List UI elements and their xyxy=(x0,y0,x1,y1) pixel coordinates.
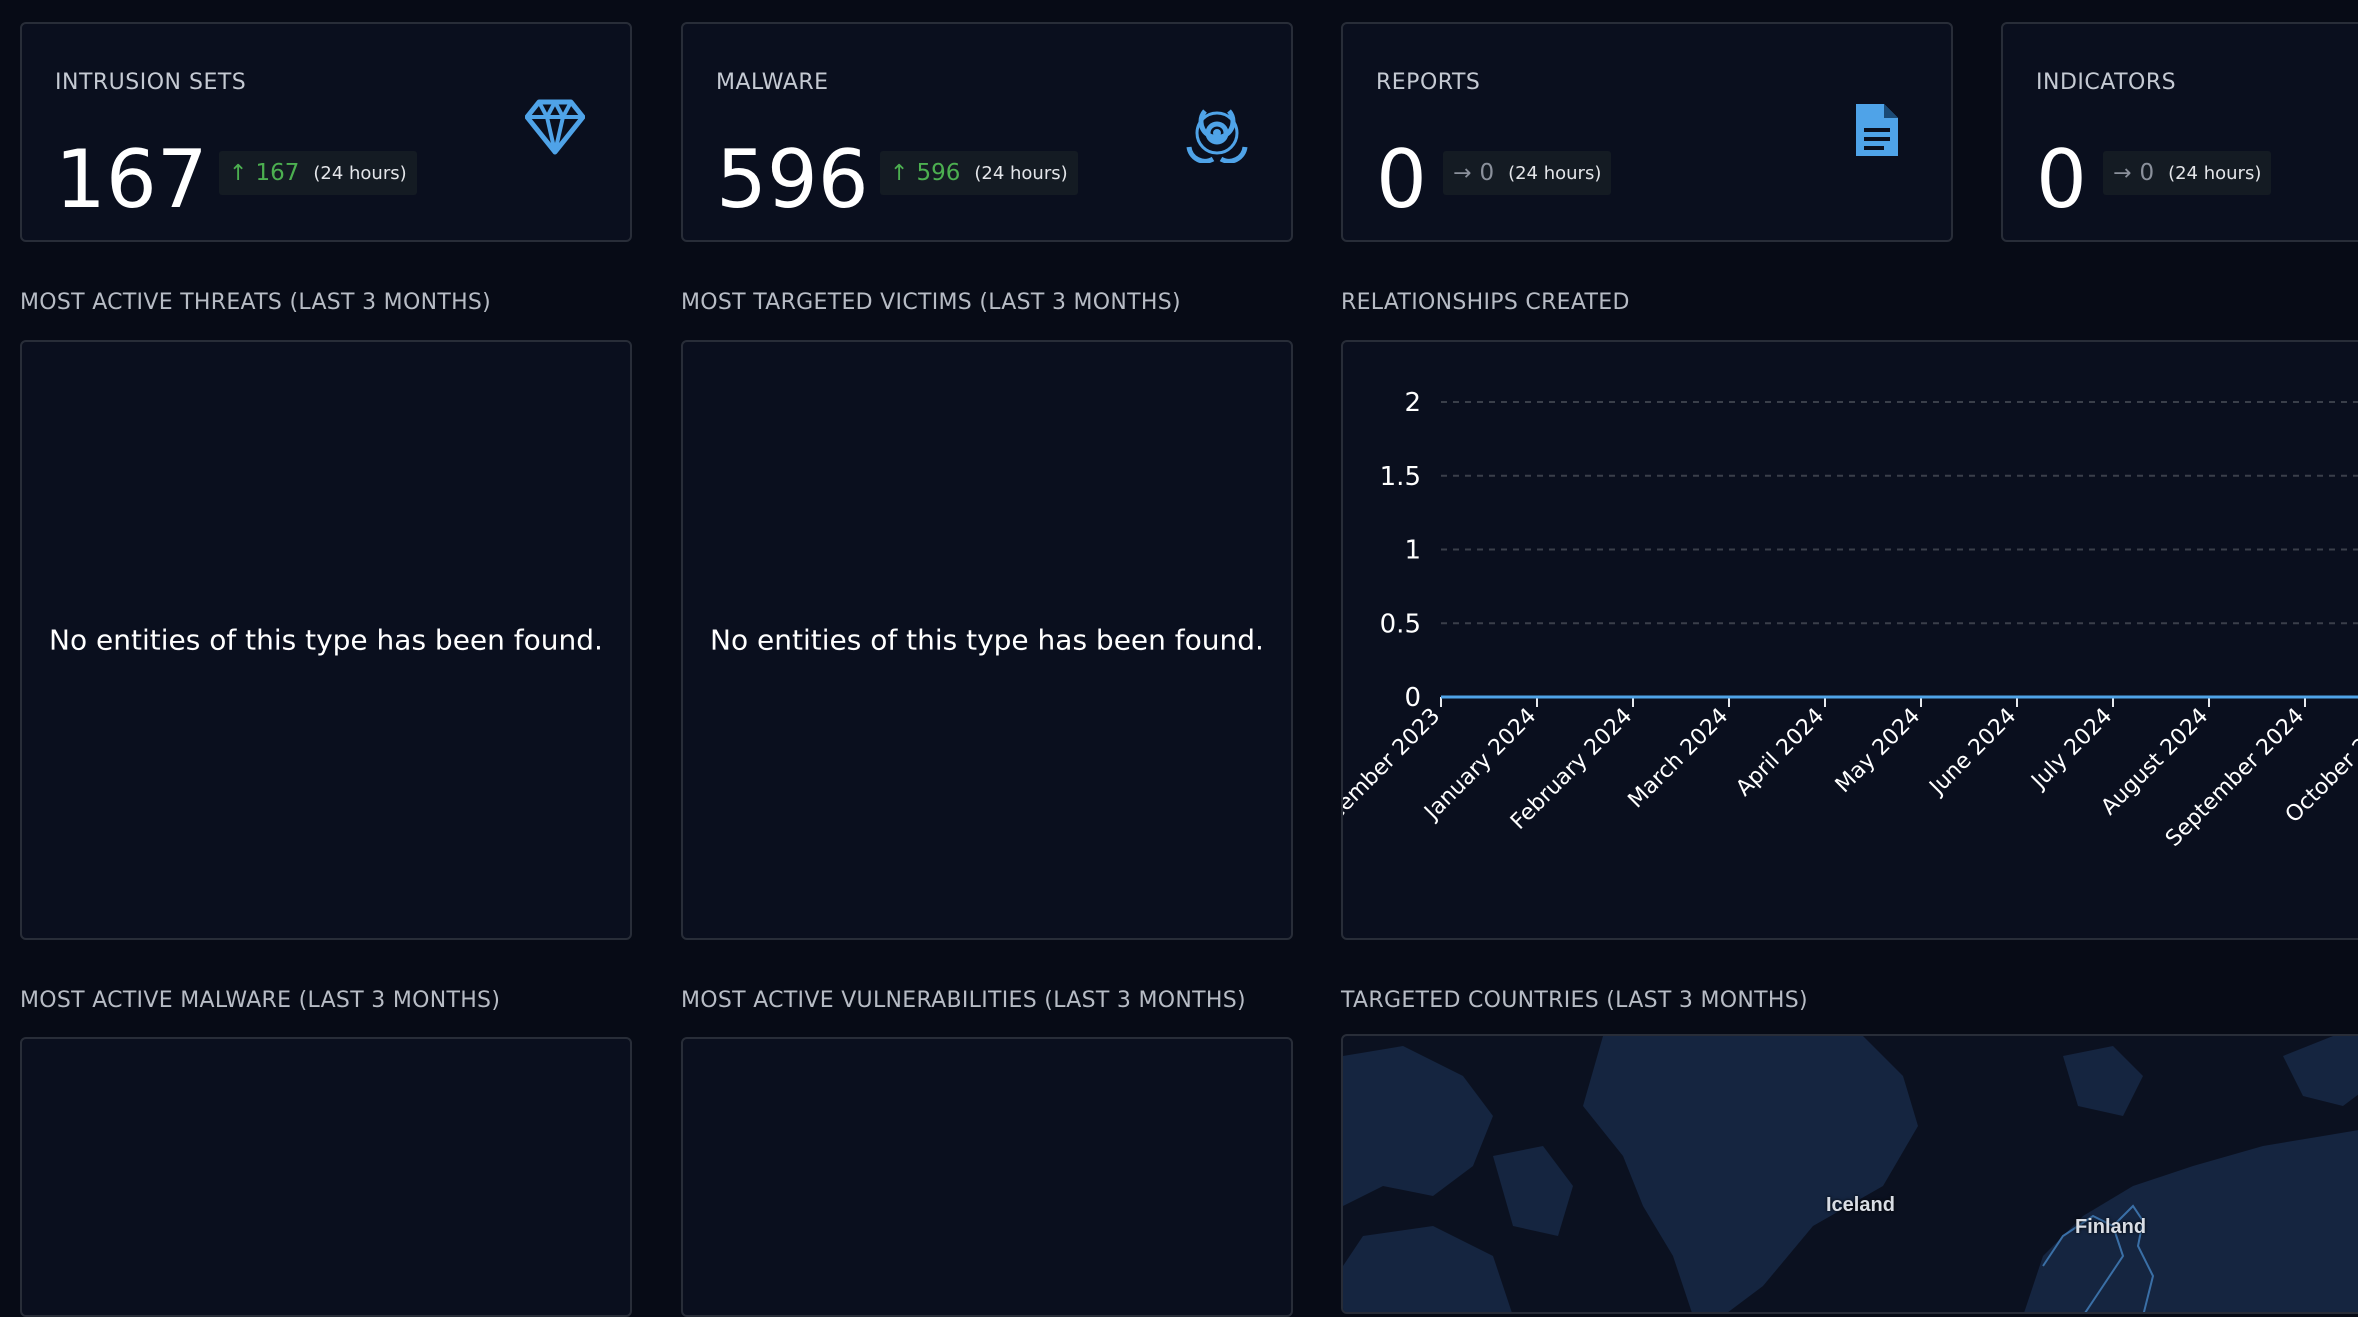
map-label-finland: Finland xyxy=(2075,1216,2147,1238)
section-title-countries: TARGETED COUNTRIES (LAST 3 MONTHS) xyxy=(1341,988,1808,1013)
delta-badge: ↑ 167 (24 hours) xyxy=(219,151,417,195)
delta-period: (24 hours) xyxy=(313,162,407,184)
delta-value: 0 xyxy=(2139,160,2155,186)
delta-badge: → 0 (24 hours) xyxy=(1443,151,1612,195)
delta-period: (24 hours) xyxy=(2168,162,2262,184)
arrow-right-icon: → xyxy=(2113,160,2132,186)
arrow-up-icon: ↑ xyxy=(890,160,909,186)
targeted-countries-map[interactable]: Iceland Finland xyxy=(1341,1034,2358,1314)
delta-value: 167 xyxy=(255,160,300,186)
biohazard-icon xyxy=(1183,99,1251,167)
document-icon xyxy=(1852,100,1902,164)
threats-panel: No entities of this type has been found. xyxy=(20,340,632,940)
x-tick-label: May 2024 xyxy=(1831,704,1925,798)
delta-value: 596 xyxy=(916,160,961,186)
stat-value: 0 xyxy=(1376,133,1427,226)
section-title-relationships: RELATIONSHIPS CREATED xyxy=(1341,290,1630,315)
vulnerabilities-panel xyxy=(681,1037,1293,1317)
stat-card-intrusion-sets[interactable]: INTRUSION SETS 167 ↑ 167 (24 hours) xyxy=(20,22,632,242)
delta-badge: ↑ 596 (24 hours) xyxy=(880,151,1078,195)
empty-message: No entities of this type has been found. xyxy=(49,623,603,657)
x-tick-label: March 2024 xyxy=(1624,704,1734,814)
stat-label: REPORTS xyxy=(1376,70,1481,95)
map-label-iceland: Iceland xyxy=(1826,1194,1895,1216)
arrow-up-icon: ↑ xyxy=(229,160,248,186)
arrow-right-icon: → xyxy=(1453,160,1472,186)
section-title-malware: MOST ACTIVE MALWARE (LAST 3 MONTHS) xyxy=(20,988,501,1013)
diamond-icon xyxy=(524,99,586,159)
world-map[interactable] xyxy=(1343,1036,2358,1314)
stat-value: 596 xyxy=(716,133,869,226)
stat-card-reports[interactable]: REPORTS 0 → 0 (24 hours) xyxy=(1341,22,1953,242)
section-title-victims: MOST TARGETED VICTIMS (LAST 3 MONTHS) xyxy=(681,290,1181,315)
x-tick-label: April 2024 xyxy=(1731,704,1829,802)
y-tick-label: 0 xyxy=(1404,683,1421,713)
delta-value: 0 xyxy=(1479,160,1495,186)
stat-card-indicators[interactable]: INDICATORS 0 → 0 (24 hours) xyxy=(2001,22,2358,242)
x-tick-label: July 2024 xyxy=(2026,704,2118,796)
stat-card-malware[interactable]: MALWARE 596 ↑ 596 (24 hours) xyxy=(681,22,1293,242)
delta-period: (24 hours) xyxy=(1508,162,1602,184)
empty-message: No entities of this type has been found. xyxy=(710,623,1264,657)
y-tick-label: 1 xyxy=(1404,536,1421,566)
stat-label: INTRUSION SETS xyxy=(55,70,247,95)
relationships-line-chart: 00.511.52December 2023January 2024Februa… xyxy=(1343,388,2358,852)
relationships-chart-panel: 0 0.5 1 1.5 2 December 2023 January 2024 Februa… xyxy=(1341,340,2358,940)
stat-value: 0 xyxy=(2036,133,2087,226)
stat-label: MALWARE xyxy=(716,70,829,95)
y-tick-label: 1.5 xyxy=(1380,462,1421,492)
delta-badge: → 0 (24 hours) xyxy=(2103,151,2272,195)
y-tick-label: 2 xyxy=(1404,388,1421,418)
x-tick-label: December 2023 xyxy=(1343,704,1445,847)
y-tick-label: 0.5 xyxy=(1380,609,1421,639)
stat-label: INDICATORS xyxy=(2036,70,2177,95)
stat-value: 167 xyxy=(55,133,208,226)
section-title-vulnerabilities: MOST ACTIVE VULNERABILITIES (LAST 3 MONT… xyxy=(681,988,1246,1013)
delta-period: (24 hours) xyxy=(974,162,1068,184)
section-title-threats: MOST ACTIVE THREATS (LAST 3 MONTHS) xyxy=(20,290,492,315)
malware-panel xyxy=(20,1037,632,1317)
victims-panel: No entities of this type has been found. xyxy=(681,340,1293,940)
x-tick-label: June 2024 xyxy=(1924,704,2022,802)
